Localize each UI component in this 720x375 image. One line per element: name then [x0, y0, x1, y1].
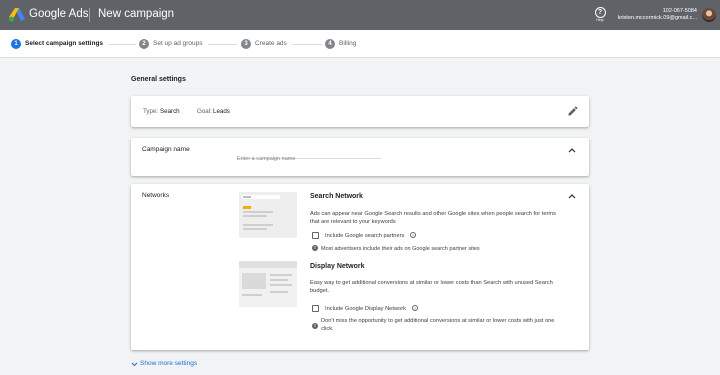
type-label: Type: [143, 108, 159, 115]
google-ads-logo-icon [9, 8, 25, 22]
search-partners-checkbox[interactable] [312, 232, 319, 239]
step-connector [292, 44, 322, 45]
campaign-stepper: 1 Select campaign settings 2 Set up ad g… [0, 30, 720, 58]
step-label: Create ads [255, 40, 287, 47]
show-more-settings-link[interactable]: Show more settings [140, 360, 197, 367]
help-button[interactable]: ? Help [594, 7, 606, 25]
search-partners-label[interactable]: Include Google search partners [325, 233, 404, 239]
section-title: General settings [131, 76, 186, 83]
campaign-name-label: Campaign name [142, 146, 190, 153]
display-network-description: Easy way to get additional conversions a… [310, 280, 553, 295]
top-app-bar: Google Ads New campaign ? Help 102-067-5… [0, 0, 720, 30]
page-title: New campaign [98, 8, 175, 20]
step-number: 3 [241, 39, 251, 49]
display-network-illustration [239, 261, 297, 307]
campaign-name-card: Campaign name [131, 138, 589, 176]
campaign-name-input[interactable] [237, 156, 381, 162]
step-label: Billing [339, 40, 357, 47]
display-network-title: Display Network [310, 263, 365, 270]
search-network-description: Ads can appear near Google Search result… [310, 211, 556, 226]
general-settings-card[interactable]: Type: Search Goal: Leads [131, 96, 589, 127]
chevron-down-icon[interactable] [131, 362, 138, 367]
campaign-name-field[interactable] [237, 147, 381, 162]
chevron-up-icon[interactable] [567, 146, 577, 154]
goal-value: Leads [213, 108, 230, 115]
display-network-label[interactable]: Include Google Display Network [325, 306, 406, 312]
brand-name[interactable]: Google Ads [29, 8, 88, 20]
step-number: 4 [325, 39, 335, 49]
step-connector [108, 44, 136, 45]
avatar[interactable] [702, 8, 716, 22]
display-network-note: Don't miss the opportunity to get additi… [321, 318, 555, 333]
search-partners-note: Most advertisers include their ads on Go… [321, 246, 480, 252]
type-value: Search [160, 108, 180, 115]
networks-label: Networks [142, 192, 170, 199]
step-connector [208, 44, 237, 45]
goal-label: Goal: [197, 108, 212, 115]
help-icon[interactable]: ? [412, 305, 418, 311]
info-icon: ! [312, 323, 318, 329]
chevron-up-icon[interactable] [567, 192, 577, 200]
step-label: Select campaign settings [25, 40, 104, 47]
help-icon[interactable]: ? [410, 232, 416, 238]
search-network-illustration [239, 192, 297, 238]
help-label: Help [596, 18, 604, 22]
account-id[interactable]: 102-067-5084 [663, 8, 697, 14]
step-number: 1 [11, 39, 21, 49]
help-icon: ? [594, 7, 606, 18]
search-network-title: Search Network [310, 193, 363, 200]
networks-card: Networks Search Network Ads can appear n… [131, 184, 589, 350]
header-divider [89, 8, 90, 22]
pencil-icon[interactable] [567, 105, 579, 117]
info-icon: ! [312, 245, 318, 251]
account-email[interactable]: kristen.mccormick.09@gmail.c... [618, 15, 697, 21]
step-label: Set up ad groups [153, 40, 203, 47]
display-network-checkbox[interactable] [312, 305, 319, 312]
step-number: 2 [139, 39, 149, 49]
